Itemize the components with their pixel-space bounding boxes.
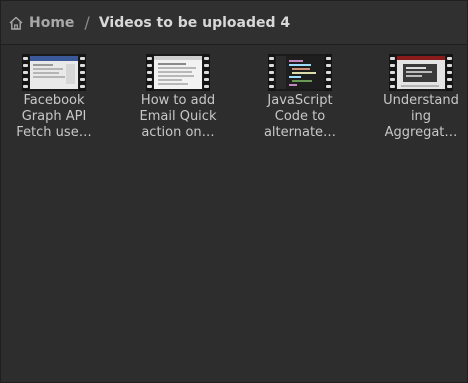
- film-sprocket-hole: [326, 71, 331, 74]
- file-item[interactable]: Understand ing Aggregat…: [371, 54, 468, 141]
- film-sprocket-hole: [447, 85, 452, 88]
- file-manager-window: Home / Videos to be uploaded 4 Facebook …: [0, 0, 468, 383]
- film-sprocket-hole: [80, 71, 85, 74]
- file-name: Understand ing Aggregat…: [383, 93, 459, 140]
- film-sprocket-hole: [269, 57, 274, 60]
- film-sprocket-hole: [269, 85, 274, 88]
- film-sprocket-hole: [204, 85, 209, 88]
- film-sprocket-hole: [326, 57, 331, 60]
- film-sprocket-hole: [147, 71, 152, 74]
- video-thumbnail: [146, 54, 210, 91]
- breadcrumb: Home / Videos to be uploaded 4: [1, 1, 467, 45]
- breadcrumb-home[interactable]: Home: [8, 9, 74, 37]
- breadcrumb-current-folder[interactable]: Videos to be uploaded 4: [99, 15, 290, 31]
- film-sprocket-hole: [326, 78, 331, 81]
- film-sprocket-hole: [204, 57, 209, 60]
- film-sprocket-hole: [390, 57, 395, 60]
- file-item[interactable]: JavaScript Code to alternate…: [250, 54, 350, 141]
- breadcrumb-home-label: Home: [29, 14, 75, 31]
- file-grid: Facebook Graph API Fetch use… How to add…: [1, 46, 467, 382]
- film-sprocket-hole: [23, 85, 28, 88]
- film-sprocket-hole: [204, 78, 209, 81]
- film-sprocket-hole: [80, 85, 85, 88]
- film-sprocket-hole: [326, 85, 331, 88]
- film-sprocket-hole: [204, 64, 209, 67]
- film-sprocket-hole: [147, 78, 152, 81]
- video-thumbnail: [22, 54, 86, 91]
- film-sprocket-hole: [204, 71, 209, 74]
- video-thumbnail: [389, 54, 453, 91]
- film-sprocket-hole: [23, 71, 28, 74]
- film-sprocket-hole: [23, 78, 28, 81]
- film-sprocket-hole: [447, 57, 452, 60]
- film-sprocket-hole: [390, 85, 395, 88]
- film-sprocket-hole: [147, 64, 152, 67]
- video-thumbnail: [268, 54, 332, 91]
- film-sprocket-hole: [447, 64, 452, 67]
- film-sprocket-hole: [390, 64, 395, 67]
- file-item[interactable]: How to add Email Quick action on…: [128, 54, 228, 141]
- breadcrumb-separator: /: [84, 13, 90, 32]
- file-name: How to add Email Quick action on…: [139, 93, 217, 140]
- film-sprocket-hole: [447, 71, 452, 74]
- film-sprocket-hole: [80, 78, 85, 81]
- film-sprocket-hole: [80, 57, 85, 60]
- film-sprocket-hole: [390, 71, 395, 74]
- film-sprocket-hole: [326, 64, 331, 67]
- file-name: Facebook Graph API Fetch use…: [16, 93, 92, 140]
- film-sprocket-hole: [147, 85, 152, 88]
- film-sprocket-hole: [23, 64, 28, 67]
- film-sprocket-hole: [269, 78, 274, 81]
- film-sprocket-hole: [80, 64, 85, 67]
- film-sprocket-hole: [269, 71, 274, 74]
- film-sprocket-hole: [269, 64, 274, 67]
- film-sprocket-hole: [23, 57, 28, 60]
- film-sprocket-hole: [147, 57, 152, 60]
- home-icon: [9, 16, 23, 30]
- film-sprocket-hole: [447, 78, 452, 81]
- file-name: JavaScript Code to alternate…: [263, 93, 337, 140]
- file-item[interactable]: Facebook Graph API Fetch use…: [4, 54, 104, 141]
- film-sprocket-hole: [390, 78, 395, 81]
